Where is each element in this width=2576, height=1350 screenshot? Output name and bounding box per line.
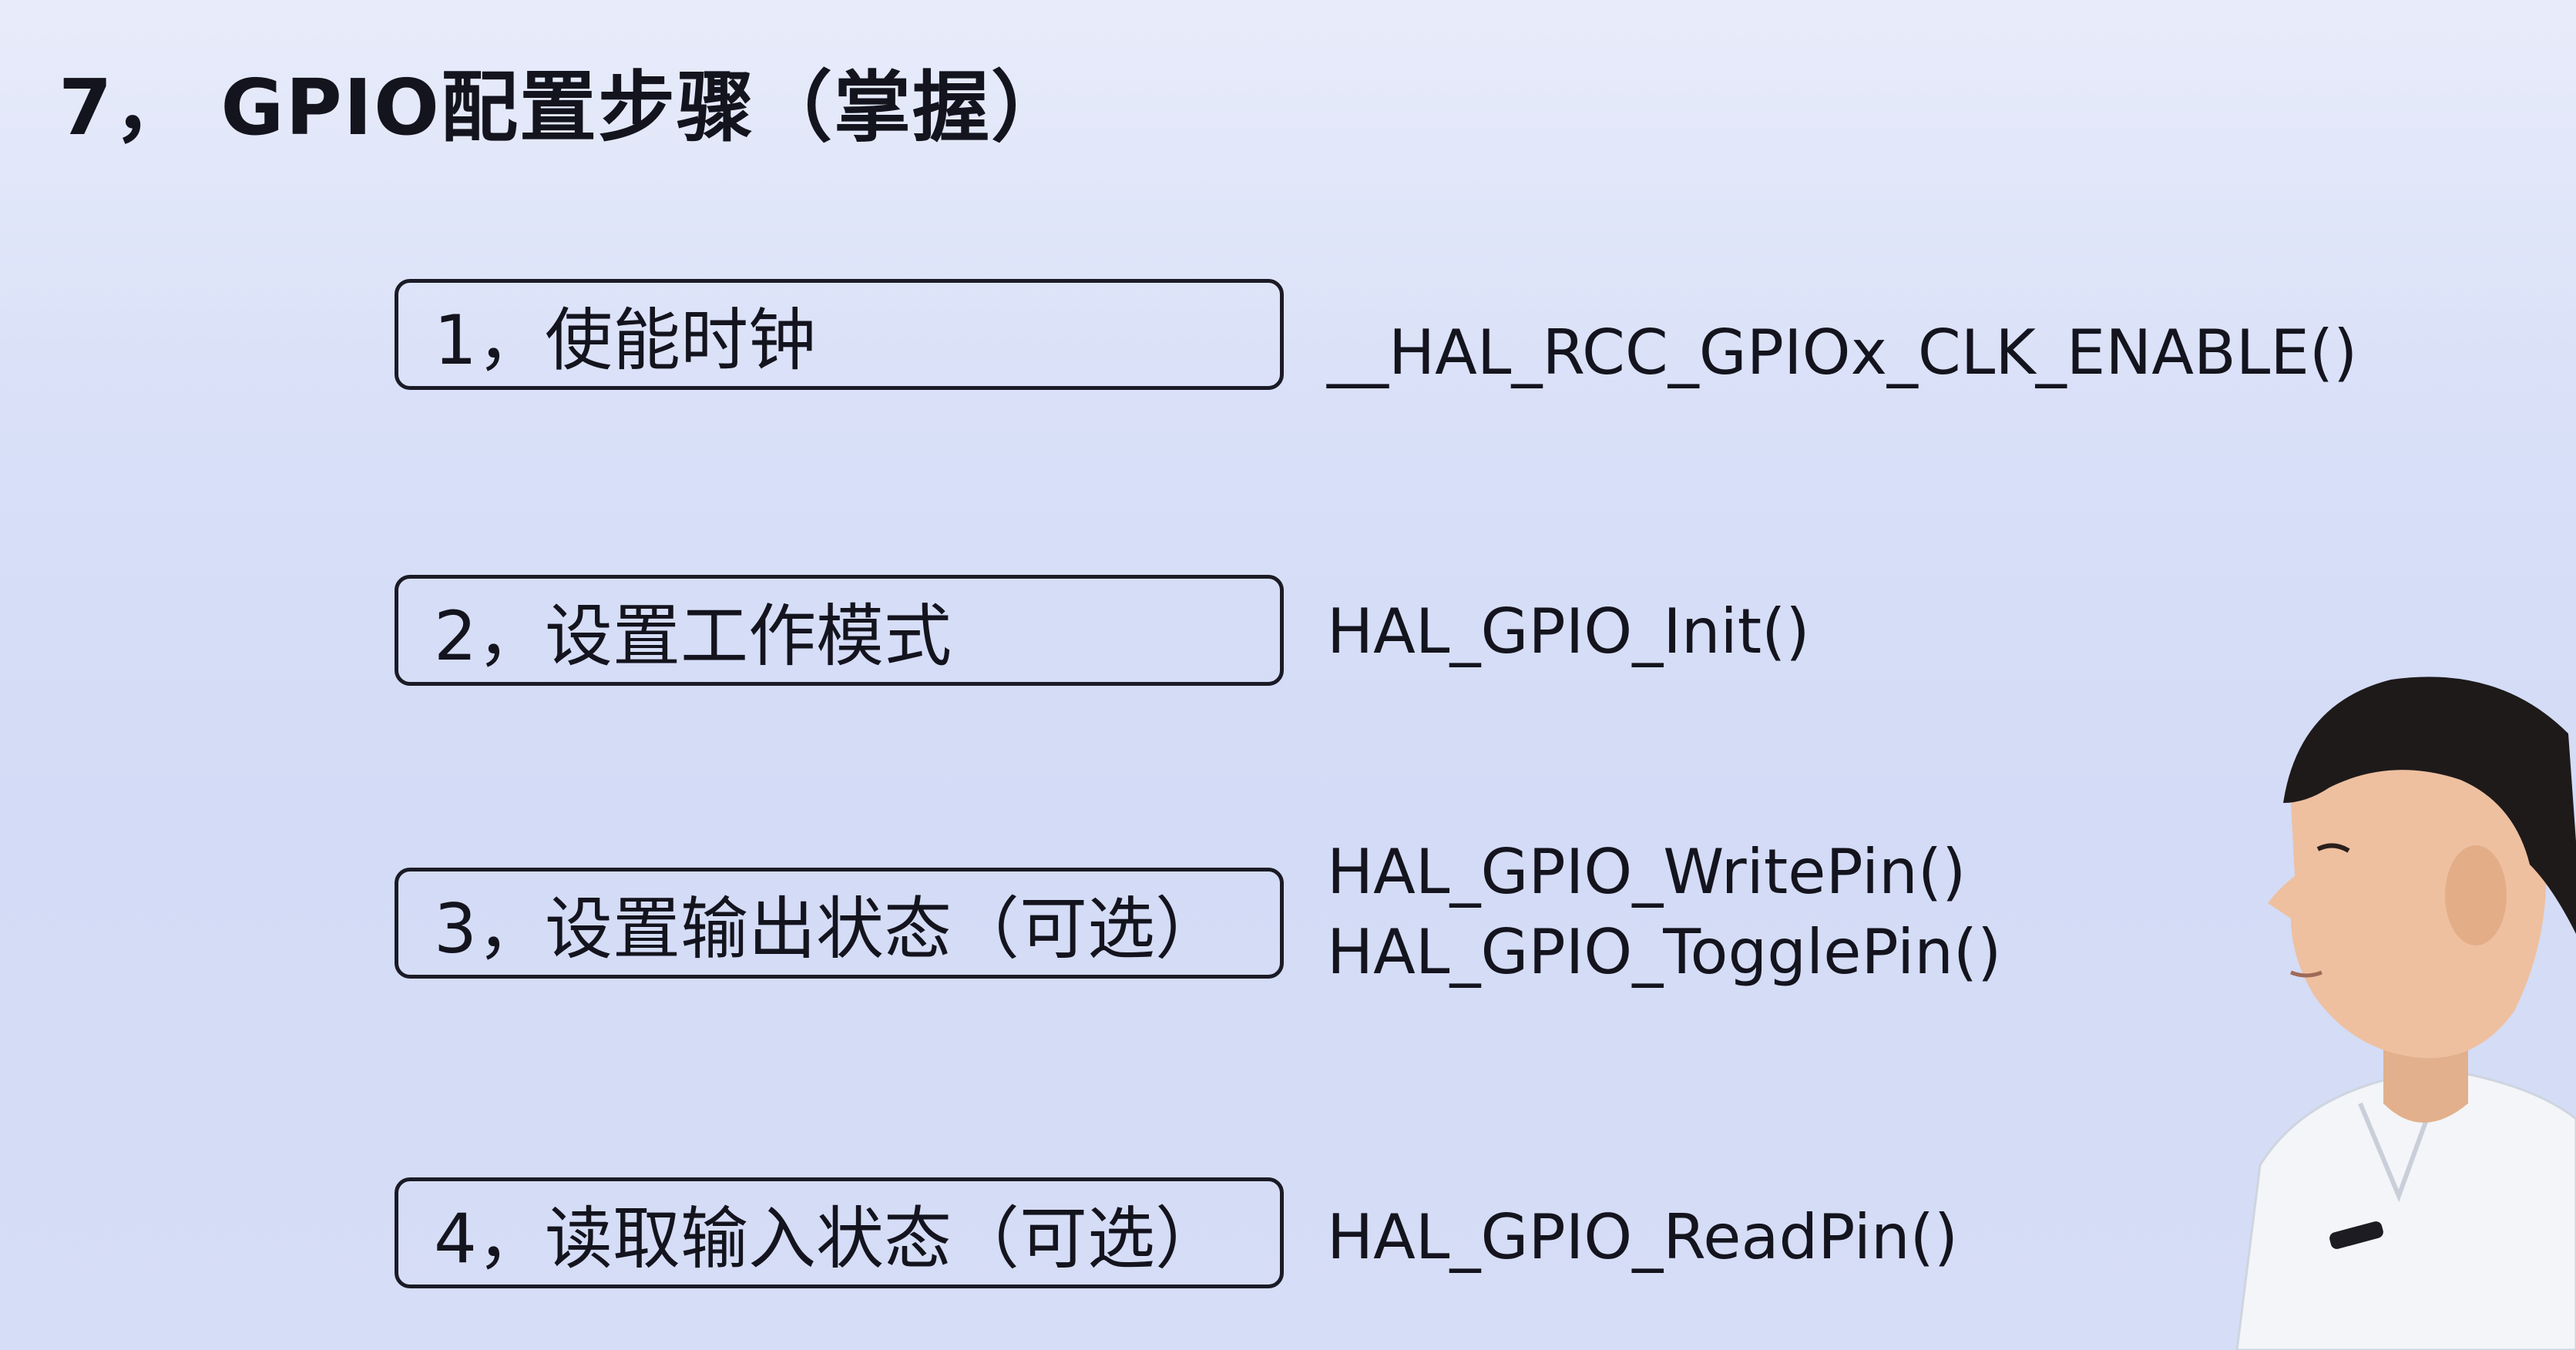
step-1-box: 1，使能时钟 — [395, 279, 1284, 390]
step-4-label: 4，读取输入状态（可选） — [434, 1198, 1223, 1278]
step-3-label: 3，设置输出状态（可选） — [434, 888, 1223, 969]
step-1-label: 1，使能时钟 — [434, 300, 816, 380]
step-4-function: HAL_GPIO_ReadPin() — [1327, 1201, 1959, 1273]
step-1-function: __HAL_RCC_GPIOx_CLK_ENABLE() — [1327, 317, 2358, 388]
step-3-box: 3，设置输出状态（可选） — [395, 868, 1284, 979]
step-2-function: HAL_GPIO_Init() — [1327, 596, 1810, 667]
step-2-label: 2，设置工作模式 — [434, 596, 952, 676]
page-title: 7， GPIO配置步骤（掌握） — [59, 62, 1070, 153]
step-4-box: 4，读取输入状态（可选） — [395, 1177, 1284, 1288]
step-3-function-write: HAL_GPIO_WritePin() — [1327, 836, 1966, 908]
step-3-function-toggle: HAL_GPIO_TogglePin() — [1327, 916, 2002, 988]
step-2-box: 2，设置工作模式 — [395, 575, 1284, 686]
presenter-figure — [2235, 677, 2576, 1350]
